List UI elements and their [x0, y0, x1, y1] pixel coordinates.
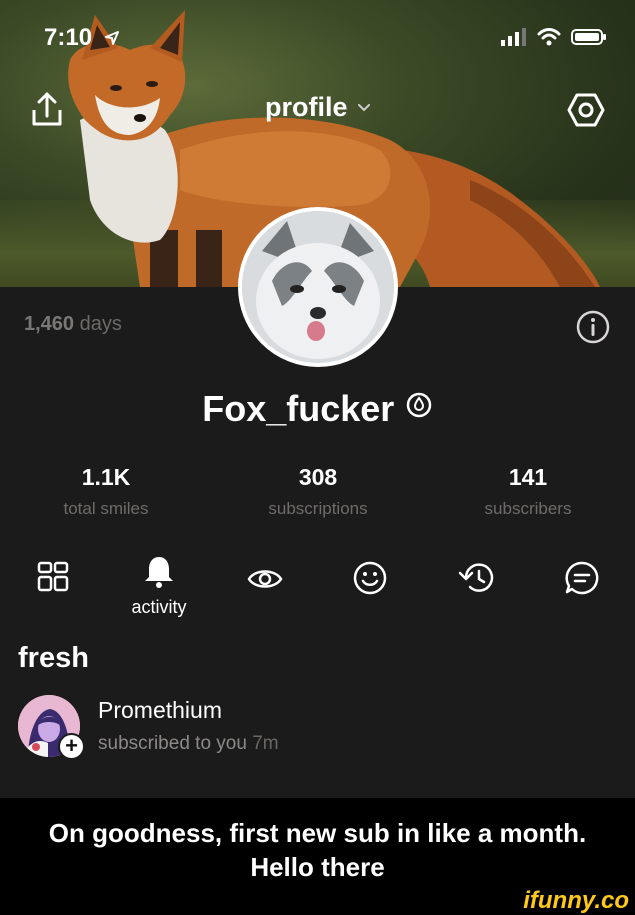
grid-icon [37, 561, 69, 592]
status-time: 7:10 [44, 24, 93, 51]
caption-line-1: On goodness, first new sub in like a mon… [48, 818, 587, 848]
title-dropdown[interactable]: profile [0, 92, 635, 123]
settings-hexagon-icon [567, 93, 605, 127]
stat-subscriptions[interactable]: 308 subscriptions [218, 464, 418, 519]
smile-icon [353, 561, 387, 595]
status-bar: 7:10 [0, 0, 635, 70]
follow-back-button[interactable]: + [58, 733, 85, 760]
tab-history[interactable] [446, 552, 506, 612]
stat-subscribers[interactable]: 141 subscribers [428, 464, 628, 519]
feed-action-text: subscribed to you [98, 733, 247, 754]
username-row: Fox_fucker [0, 388, 635, 430]
info-button[interactable] [575, 309, 611, 345]
days-count: 1,460 [24, 313, 75, 335]
stat-value: 308 [298, 464, 338, 490]
tab-activity-label: activity [131, 597, 187, 617]
tab-activity[interactable]: activity [129, 552, 189, 617]
bell-icon [145, 557, 173, 588]
settings-button[interactable] [567, 90, 605, 130]
profile-tabs: activity [0, 552, 635, 622]
info-icon [576, 310, 610, 344]
stat-label: subscribers [484, 499, 572, 518]
account-age: 1,460 days [24, 313, 122, 336]
username: Fox_fucker [202, 388, 395, 429]
stat-label: total smiles [63, 499, 149, 518]
stat-value: 1.1K [81, 464, 131, 490]
page-title: profile [265, 92, 348, 122]
chevron-down-icon [357, 104, 370, 112]
tab-smiles[interactable] [340, 552, 400, 612]
location-arrow-icon [105, 31, 119, 45]
days-label: days [79, 313, 122, 335]
drop-badge-icon [406, 392, 432, 418]
profile-avatar[interactable] [238, 207, 398, 367]
meme-caption: On goodness, first new sub in like a mon… [0, 798, 635, 915]
feed-username[interactable]: Promethium [98, 697, 222, 724]
battery-icon [571, 29, 606, 45]
caption-text: On goodness, first new sub in like a mon… [0, 816, 635, 884]
history-icon [458, 563, 494, 592]
stat-label: subscriptions [268, 499, 368, 518]
plus-icon: + [65, 733, 78, 758]
list-item[interactable]: + Promethium subscribed to you 7m [18, 693, 618, 763]
comment-icon [565, 561, 599, 595]
arctic-fox-avatar [242, 211, 394, 363]
status-icons [501, 28, 607, 46]
stat-value: 141 [508, 464, 548, 490]
app-screen: 7:10 profile 1,460 days Fox_fucker 1.1K … [0, 0, 635, 798]
feed-time: 7m [252, 733, 279, 754]
signal-icon [501, 28, 526, 46]
tab-viewed[interactable] [235, 552, 295, 612]
top-nav: profile [0, 86, 635, 136]
tab-grid[interactable] [23, 552, 83, 612]
section-title: fresh [18, 642, 89, 674]
caption-line-2: Hello there [250, 852, 385, 882]
feed-action: subscribed to you 7m [98, 733, 279, 755]
stat-total-smiles[interactable]: 1.1K total smiles [6, 464, 206, 519]
wifi-icon [537, 28, 561, 46]
eye-icon [247, 570, 283, 588]
ifunny-watermark: ifunny.co [523, 887, 629, 914]
tab-comments[interactable] [552, 552, 612, 612]
